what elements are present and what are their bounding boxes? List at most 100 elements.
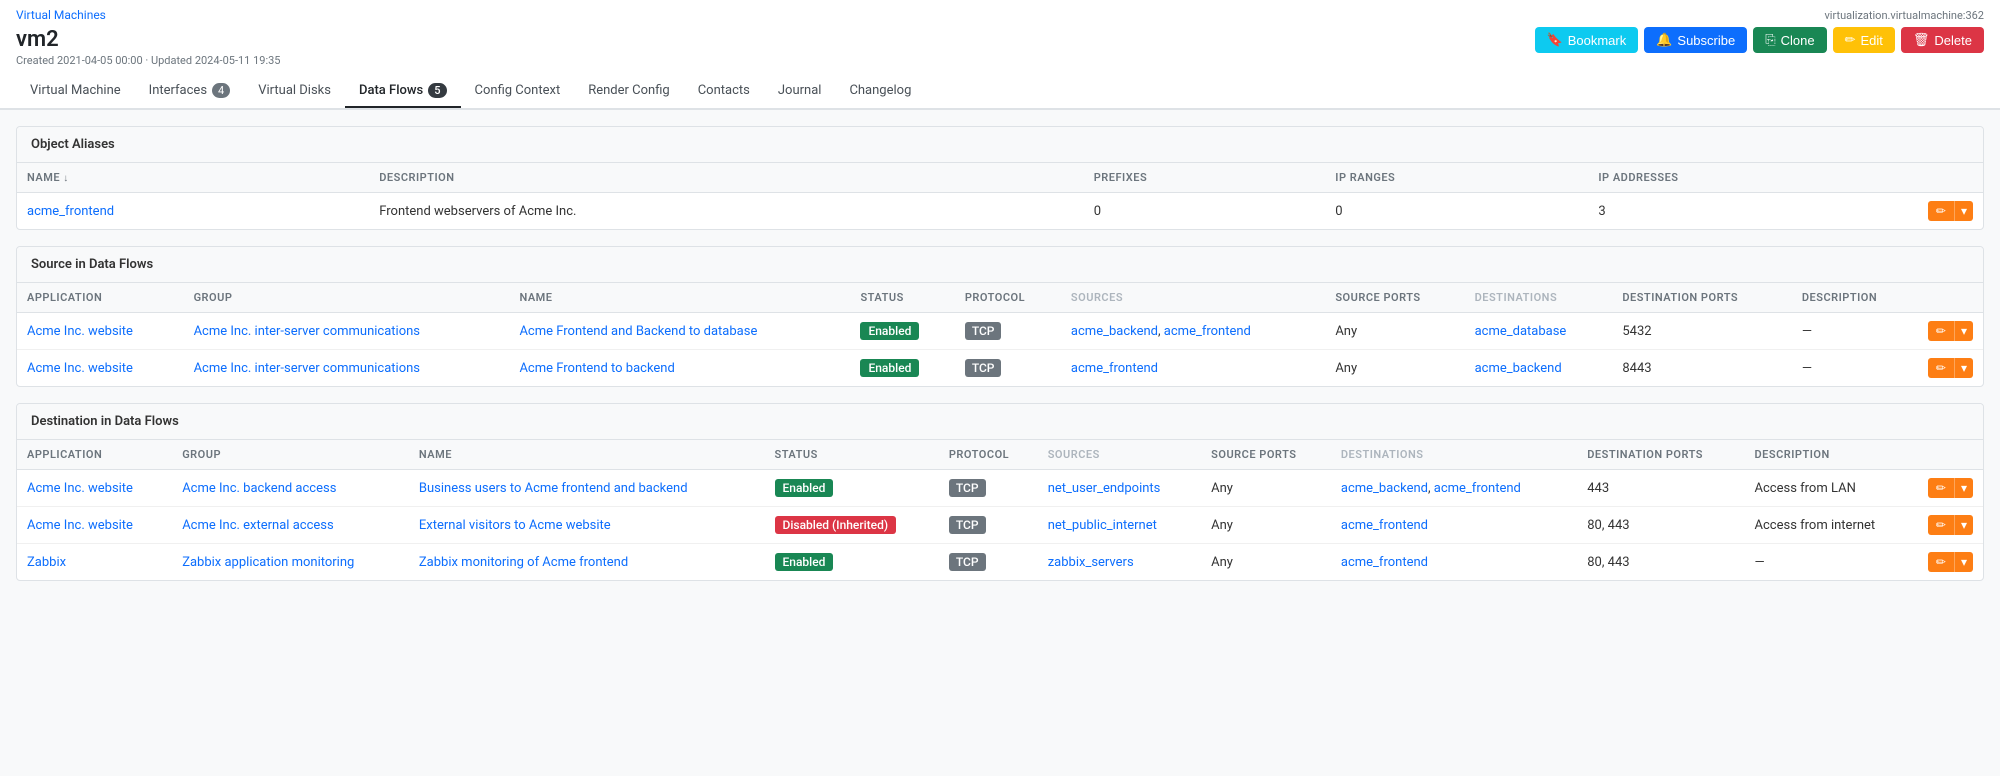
src-destination-ports: 5432	[1612, 313, 1792, 350]
alias-edit-button[interactable]: ✏	[1928, 201, 1954, 221]
dst-sources[interactable]: net_public_internet	[1038, 507, 1201, 544]
tab-virtual-disks[interactable]: Virtual Disks	[244, 75, 345, 108]
tab-virtual-machine[interactable]: Virtual Machine	[16, 75, 135, 108]
tab-contacts[interactable]: Contacts	[684, 75, 764, 108]
dst-destinations[interactable]: acme_frontend	[1331, 507, 1577, 544]
src-col-destination-ports: DESTINATION PORTS	[1612, 283, 1792, 313]
dst-col-protocol: PROTOCOL	[939, 440, 1038, 470]
src-source-ports: Any	[1325, 350, 1464, 387]
src-description: —	[1792, 350, 1918, 387]
alias-dropdown-button[interactable]: ▾	[1954, 201, 1973, 221]
src-col-destinations: DESTINATIONS	[1465, 283, 1613, 313]
object-aliases-header: Object Aliases	[17, 127, 1983, 163]
bookmark-button[interactable]: 🔖 Bookmark	[1535, 27, 1639, 53]
edit-button[interactable]: ✏ Edit	[1833, 27, 1895, 53]
dst-dropdown-button[interactable]: ▾	[1954, 515, 1973, 535]
tab-journal[interactable]: Journal	[764, 75, 836, 108]
dst-status: Disabled (Inherited)	[765, 507, 939, 544]
dst-col-group: GROUP	[172, 440, 409, 470]
src-col-actions	[1918, 283, 1983, 313]
dst-destination-ports: 80, 443	[1577, 507, 1744, 544]
src-application[interactable]: Acme Inc. website	[17, 350, 184, 387]
src-sources[interactable]: acme_backend, acme_frontend	[1061, 313, 1325, 350]
top-right-label: virtualization.virtualmachine:362	[1824, 9, 1984, 22]
tab-changelog[interactable]: Changelog	[835, 75, 925, 108]
dst-edit-button[interactable]: ✏	[1928, 478, 1954, 498]
dst-application[interactable]: Acme Inc. website	[17, 470, 172, 507]
dst-col-status: STATUS	[765, 440, 939, 470]
src-application[interactable]: Acme Inc. website	[17, 313, 184, 350]
dst-edit-button[interactable]: ✏	[1928, 552, 1954, 572]
src-col-group: GROUP	[184, 283, 510, 313]
source-flows-section: Source in Data Flows APPLICATION GROUP N…	[16, 246, 1984, 387]
dst-actions: ✏ ▾	[1918, 544, 1983, 581]
src-status: Enabled	[850, 313, 954, 350]
dst-application[interactable]: Zabbix	[17, 544, 172, 581]
tab-interfaces[interactable]: Interfaces 4	[135, 75, 245, 108]
src-group[interactable]: Acme Inc. inter-server communications	[184, 350, 510, 387]
dst-destinations[interactable]: acme_backend, acme_frontend	[1331, 470, 1577, 507]
dst-name[interactable]: External visitors to Acme website	[409, 507, 765, 544]
dst-name[interactable]: Business users to Acme frontend and back…	[409, 470, 765, 507]
src-col-protocol: PROTOCOL	[955, 283, 1061, 313]
delete-button[interactable]: 🗑 Delete	[1901, 27, 1984, 53]
dst-col-application: APPLICATION	[17, 440, 172, 470]
col-actions-header	[1918, 163, 1983, 193]
src-dropdown-button[interactable]: ▾	[1954, 358, 1973, 378]
bell-icon: 🔔	[1656, 32, 1672, 48]
destination-flows-header: Destination in Data Flows	[17, 404, 1983, 440]
table-row: Zabbix Zabbix application monitoring Zab…	[17, 544, 1983, 581]
source-flows-table: APPLICATION GROUP NAME STATUS PROTOCOL S…	[17, 283, 1983, 386]
src-actions: ✏ ▾	[1918, 313, 1983, 350]
object-aliases-table: NAME ↓ DESCRIPTION PREFIXES IP RANGES IP…	[17, 163, 1983, 229]
alias-actions: ✏ ▾	[1918, 193, 1983, 230]
dst-sources[interactable]: net_user_endpoints	[1038, 470, 1201, 507]
src-col-source-ports: SOURCE PORTS	[1325, 283, 1464, 313]
src-group[interactable]: Acme Inc. inter-server communications	[184, 313, 510, 350]
alias-prefixes: 0	[1084, 193, 1326, 230]
src-col-application: APPLICATION	[17, 283, 184, 313]
src-destinations[interactable]: acme_backend	[1465, 350, 1613, 387]
object-aliases-section: Object Aliases NAME ↓ DESCRIPTION PREFIX…	[16, 126, 1984, 230]
src-edit-button[interactable]: ✏	[1928, 358, 1954, 378]
src-edit-button[interactable]: ✏	[1928, 321, 1954, 341]
col-name[interactable]: NAME ↓	[17, 163, 369, 193]
dst-actions: ✏ ▾	[1918, 507, 1983, 544]
src-name[interactable]: Acme Frontend to backend	[509, 350, 850, 387]
alias-ip-ranges: 0	[1325, 193, 1588, 230]
dst-application[interactable]: Acme Inc. website	[17, 507, 172, 544]
dst-source-ports: Any	[1201, 470, 1331, 507]
src-dropdown-button[interactable]: ▾	[1954, 321, 1973, 341]
tab-render-config[interactable]: Render Config	[574, 75, 684, 108]
dst-dropdown-button[interactable]: ▾	[1954, 478, 1973, 498]
dst-col-name: NAME	[409, 440, 765, 470]
subscribe-button[interactable]: 🔔 Subscribe	[1644, 27, 1747, 53]
alias-ip-addresses: 3	[1588, 193, 1918, 230]
col-ip-ranges: IP RANGES	[1325, 163, 1588, 193]
dst-col-actions	[1918, 440, 1983, 470]
breadcrumb[interactable]: Virtual Machines	[16, 8, 106, 22]
clone-button[interactable]: ⎘ Clone	[1753, 27, 1826, 53]
dst-edit-button[interactable]: ✏	[1928, 515, 1954, 535]
src-destination-ports: 8443	[1612, 350, 1792, 387]
trash-icon: 🗑	[1913, 32, 1930, 48]
dst-source-ports: Any	[1201, 507, 1331, 544]
src-name[interactable]: Acme Frontend and Backend to database	[509, 313, 850, 350]
alias-name[interactable]: acme_frontend	[17, 193, 369, 230]
destination-flows-table: APPLICATION GROUP NAME STATUS PROTOCOL S…	[17, 440, 1983, 580]
dst-group[interactable]: Zabbix application monitoring	[172, 544, 409, 581]
source-flows-header: Source in Data Flows	[17, 247, 1983, 283]
vm-meta: Created 2021-04-05 00:00 · Updated 2024-…	[16, 54, 280, 67]
src-destinations[interactable]: acme_database	[1465, 313, 1613, 350]
dst-destinations[interactable]: acme_frontend	[1331, 544, 1577, 581]
table-row: Acme Inc. website Acme Inc. inter-server…	[17, 313, 1983, 350]
tab-config-context[interactable]: Config Context	[461, 75, 575, 108]
dst-dropdown-button[interactable]: ▾	[1954, 552, 1973, 572]
tab-data-flows[interactable]: Data Flows 5	[345, 75, 461, 108]
dst-group[interactable]: Acme Inc. backend access	[172, 470, 409, 507]
dst-group[interactable]: Acme Inc. external access	[172, 507, 409, 544]
dst-sources[interactable]: zabbix_servers	[1038, 544, 1201, 581]
src-sources[interactable]: acme_frontend	[1061, 350, 1325, 387]
dst-name[interactable]: Zabbix monitoring of Acme frontend	[409, 544, 765, 581]
src-col-name: NAME	[509, 283, 850, 313]
